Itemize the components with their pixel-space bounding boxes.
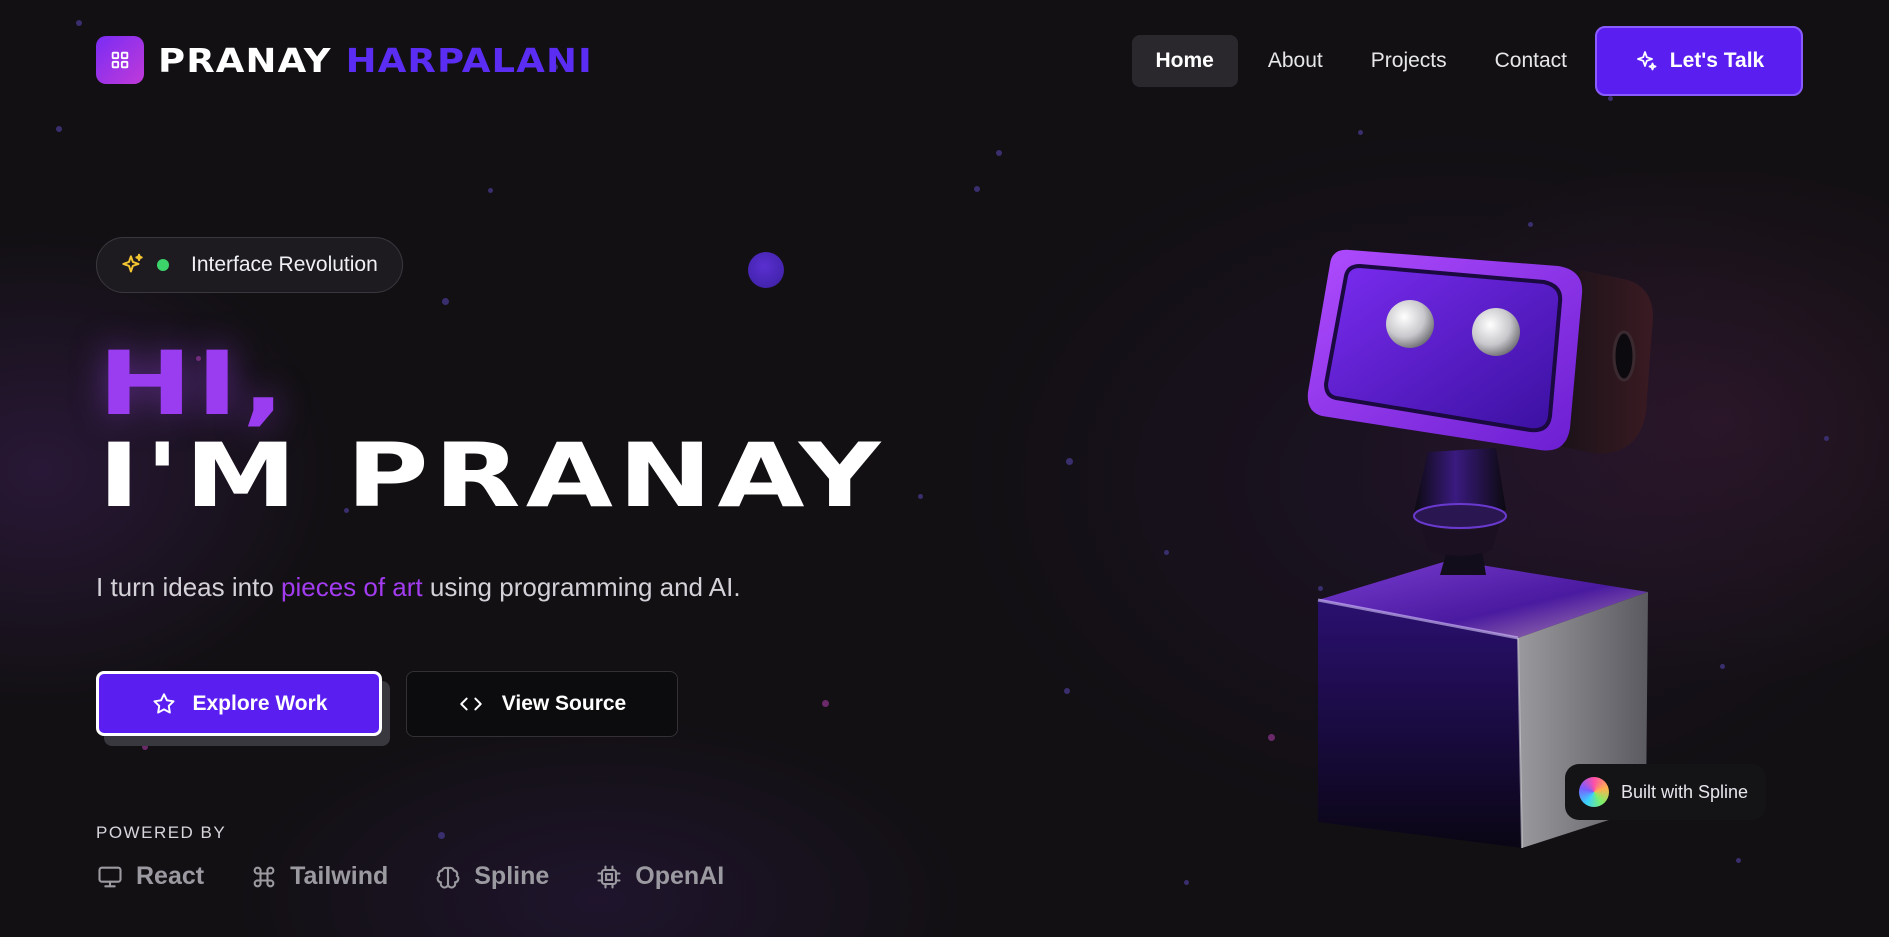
- hero-tagline: I turn ideas into pieces of art using pr…: [96, 572, 741, 603]
- tech-label: Tailwind: [290, 862, 389, 890]
- monitor-icon: [98, 866, 122, 887]
- tech-label: Spline: [474, 862, 550, 890]
- tech-stack-list: React Tailwind Spline OpenAI: [96, 862, 724, 891]
- lets-talk-label: Let's Talk: [1669, 49, 1765, 72]
- grid-icon: [96, 36, 144, 84]
- brand-first-name: PRANAY: [158, 40, 332, 80]
- view-source-label: View Source: [501, 692, 627, 715]
- floating-orb: [748, 252, 784, 288]
- tech-label: React: [136, 862, 205, 890]
- tech-label: OpenAI: [635, 862, 725, 890]
- nav-item-contact[interactable]: Contact: [1471, 35, 1591, 87]
- tech-item-react: React: [96, 862, 204, 891]
- tech-item-spline: Spline: [434, 862, 549, 891]
- hero-badge: Interface Revolution: [96, 237, 403, 293]
- main-nav: Home About Projects Contact Let's Talk: [1131, 26, 1803, 96]
- spline-badge-label: Built with Spline: [1621, 781, 1749, 802]
- view-source-button[interactable]: View Source: [406, 671, 678, 737]
- hero-title: I'M PRANAY: [98, 424, 886, 527]
- status-dot: [157, 259, 169, 271]
- tech-item-tailwind: Tailwind: [250, 862, 388, 891]
- hero-badge-label: Interface Revolution: [191, 253, 378, 276]
- code-icon: [460, 697, 482, 711]
- tagline-highlight: pieces of art: [281, 572, 423, 602]
- sparkles-icon: [1636, 51, 1657, 71]
- tagline-start: I turn ideas into: [96, 572, 281, 602]
- explore-work-button[interactable]: Explore Work: [96, 671, 390, 746]
- powered-by-label: POWERED BY: [96, 823, 227, 842]
- hero-greeting: HI,: [98, 332, 289, 435]
- tech-item-openai: OpenAI: [595, 862, 724, 891]
- sparkles-icon: [122, 253, 143, 273]
- explore-work-label: Explore Work: [192, 691, 328, 715]
- cpu-icon: [597, 864, 621, 889]
- nav-item-projects[interactable]: Projects: [1347, 35, 1471, 87]
- lets-talk-button[interactable]: Let's Talk: [1595, 26, 1803, 96]
- tagline-end: using programming and AI.: [422, 572, 741, 602]
- brain-icon: [436, 866, 460, 889]
- brand-logo[interactable]: PRANAY HARPALANI: [96, 36, 592, 84]
- brand-last-name: HARPALANI: [345, 40, 593, 80]
- built-with-spline-badge[interactable]: Built with Spline: [1565, 764, 1767, 820]
- brand-name: PRANAY HARPALANI: [158, 41, 593, 80]
- spline-logo-icon: [1579, 777, 1609, 807]
- explore-work-face[interactable]: Explore Work: [96, 671, 382, 736]
- star-icon: [152, 692, 175, 714]
- nav-item-home[interactable]: Home: [1131, 35, 1238, 87]
- nav-item-about[interactable]: About: [1244, 35, 1347, 87]
- robot-3d-illustration[interactable]: [1300, 240, 1680, 850]
- command-icon: [253, 866, 275, 887]
